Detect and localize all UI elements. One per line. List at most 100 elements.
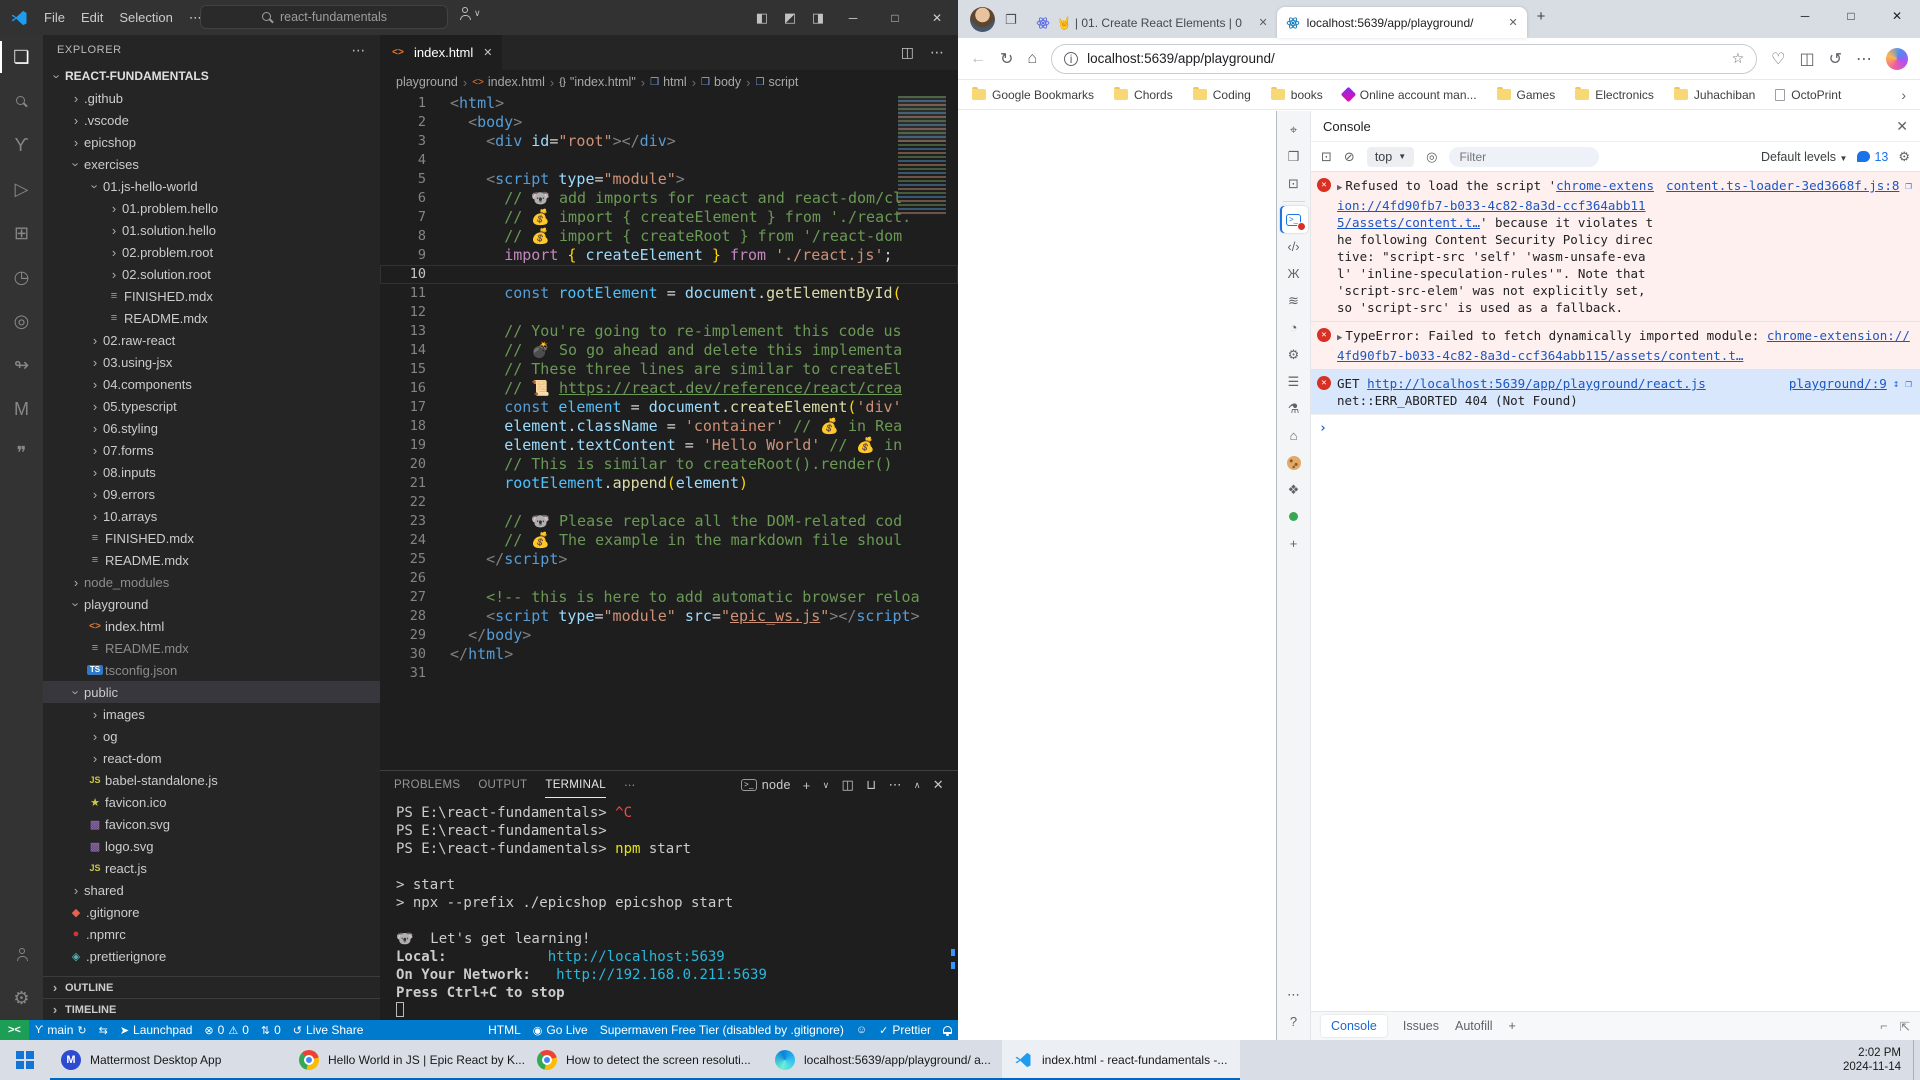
expand-triangle-icon[interactable]: ▶	[1337, 333, 1342, 343]
tree-item-02-problem-root[interactable]: ›02.problem.root	[43, 241, 380, 263]
close-panel-icon[interactable]: ✕	[933, 777, 944, 793]
source-link[interactable]: playground/:9	[1789, 375, 1887, 392]
browser-refresh-icon[interactable]: ↻	[1000, 49, 1013, 69]
tree-item-09-errors[interactable]: ›09.errors	[43, 483, 380, 505]
breadcrumb-item-indexhtml[interactable]: {}"index.html"	[559, 75, 636, 89]
tree-root-react-fundamentals[interactable]: ›REACT-FUNDAMENTALS	[43, 65, 380, 87]
bookmarks-overflow-chevron-icon[interactable]: ›	[1901, 87, 1906, 103]
tree-item-index-html[interactable]: <>index.html	[43, 615, 380, 637]
menu-selection[interactable]: Selection	[111, 7, 180, 29]
site-info-icon[interactable]: i	[1064, 52, 1078, 66]
experiments-icon[interactable]: ⚗	[1280, 395, 1308, 422]
ports[interactable]: ⇅0	[255, 1020, 287, 1040]
tree-item-04-components[interactable]: ›04.components	[43, 373, 380, 395]
source-link[interactable]: content.ts-loader-3ed3668f.js:8	[1666, 177, 1899, 194]
maximize-panel-icon[interactable]: ∧	[914, 780, 921, 791]
tree-item-readme-mdx[interactable]: ≡README.mdx	[43, 637, 380, 659]
console-message-3[interactable]: ✕GET http://localhost:5639/app/playgroun…	[1311, 370, 1920, 415]
devtools-close-icon[interactable]: ✕	[1896, 118, 1908, 135]
tree-item-exercises[interactable]: ›exercises	[43, 153, 380, 175]
tree-item-images[interactable]: ›images	[43, 703, 380, 725]
add-panel-icon[interactable]: +	[1509, 1019, 1516, 1033]
sources-icon[interactable]: ‹/›	[1280, 233, 1308, 260]
history-icon[interactable]: ↺	[1829, 49, 1842, 69]
browser-profile-avatar[interactable]	[970, 7, 995, 32]
tree-item-shared[interactable]: ›shared	[43, 879, 380, 901]
devtools-bottom-tab-autofill[interactable]: Autofill	[1455, 1019, 1493, 1033]
expand-triangle-icon[interactable]: ▶	[1337, 183, 1342, 193]
mattermost-icon[interactable]: M	[0, 387, 43, 431]
run-debug-icon[interactable]: ▷	[0, 167, 43, 211]
source-control-icon[interactable]: ϒ	[0, 123, 43, 167]
breadcrumb-item-indexhtml[interactable]: <>index.html	[472, 75, 545, 89]
browser-more-icon[interactable]: ⋯	[1856, 49, 1872, 69]
bookmark-google-bookmarks[interactable]: Google Bookmarks	[972, 88, 1094, 102]
start-button[interactable]	[0, 1040, 50, 1080]
panel-tab-output[interactable]: OUTPUT	[478, 773, 527, 797]
home-icon[interactable]: ⌂	[1280, 422, 1308, 449]
breadcrumb-item-script[interactable]: ❒script	[755, 75, 798, 89]
favorite-star-icon[interactable]: ☆	[1732, 50, 1745, 67]
bookmark-books[interactable]: books	[1271, 88, 1323, 102]
console-prompt[interactable]: ›	[1311, 415, 1920, 442]
panel-tab-terminal[interactable]: TERMINAL	[545, 773, 606, 798]
console-message-2[interactable]: ✕▶TypeError: Failed to fetch dynamically…	[1311, 322, 1920, 370]
split-screen-icon[interactable]: ◫	[1799, 49, 1814, 69]
add-tool-icon[interactable]: +	[1280, 530, 1308, 557]
tree-item-03-using-jsx[interactable]: ›03.using-jsx	[43, 351, 380, 373]
memory-icon[interactable]: ⚙	[1280, 341, 1308, 368]
git-branch[interactable]: ϒmain↻	[29, 1020, 93, 1040]
taskbar-item-5[interactable]: index.html - react-fundamentals -...	[1002, 1040, 1240, 1080]
bookmark-coding[interactable]: Coding	[1193, 88, 1251, 102]
explorer-more-actions-icon[interactable]: ⋯	[351, 42, 366, 59]
terminal-instance[interactable]: >_ node	[741, 778, 791, 792]
live-share[interactable]: ↺Live Share	[287, 1020, 370, 1040]
new-terminal-icon[interactable]: +	[803, 778, 811, 793]
devtools-bottom-tab-issues[interactable]: Issues	[1403, 1019, 1439, 1033]
taskbar-item-1[interactable]: MMattermost Desktop App	[50, 1040, 288, 1080]
tree-item-01-js-hello-world[interactable]: ›01.js-hello-world	[43, 175, 380, 197]
prettier-status[interactable]: ✓Prettier	[873, 1020, 937, 1040]
browser-close-button[interactable]: ✕	[1874, 0, 1920, 32]
performance-icon[interactable]: ◔	[1280, 314, 1308, 341]
tree-item-08-inputs[interactable]: ›08.inputs	[43, 461, 380, 483]
browser-essentials-icon[interactable]: ♡	[1771, 49, 1785, 69]
tree-item-01-solution-hello[interactable]: ›01.solution.hello	[43, 219, 380, 241]
tree-item-06-styling[interactable]: ›06.styling	[43, 417, 380, 439]
extensions-icon[interactable]: ⊞	[0, 211, 43, 255]
minimap[interactable]	[898, 96, 946, 214]
problems[interactable]: ⊗0⚠0	[198, 1020, 254, 1040]
browser-home-icon[interactable]: ⌂	[1027, 50, 1037, 68]
devtools-bottom-tab-console[interactable]: Console	[1321, 1015, 1387, 1037]
tree-item-finished-mdx[interactable]: ≡FINISHED.mdx	[43, 527, 380, 549]
tab-groups-icon[interactable]: ❐	[1005, 12, 1017, 28]
bookmark-electronics[interactable]: Electronics	[1575, 88, 1654, 102]
taskbar-item-3[interactable]: How to detect the screen resoluti...	[526, 1040, 764, 1080]
browser-maximize-button[interactable]: □	[1828, 0, 1874, 32]
search-icon[interactable]	[0, 79, 43, 123]
tree-item-og[interactable]: ›og	[43, 725, 380, 747]
tree-item-node-modules[interactable]: ›node_modules	[43, 571, 380, 593]
console-filter-input[interactable]	[1449, 147, 1599, 167]
tree-item-babel-standalone-js[interactable]: JSbabel-standalone.js	[43, 769, 380, 791]
bookmark-games[interactable]: Games	[1497, 88, 1556, 102]
section-timeline[interactable]: ›TIMELINE	[43, 998, 380, 1020]
message-count-badge[interactable]: 13	[1857, 150, 1888, 164]
device-toolbar-icon[interactable]: ❒	[1280, 143, 1308, 170]
panel-tab-problems[interactable]: PROBLEMS	[394, 773, 460, 797]
tree-item-playground[interactable]: ›playground	[43, 593, 380, 615]
tree-item--vscode[interactable]: ›.vscode	[43, 109, 380, 131]
explorer-icon[interactable]: ❏	[0, 35, 43, 79]
clear-console-icon[interactable]: ⊘	[1344, 149, 1355, 165]
terminal[interactable]: PS E:\react-fundamentals> ^CPS E:\react-…	[380, 799, 958, 1020]
tab-close-icon[interactable]: ✕	[1258, 16, 1267, 29]
extensions-puzzle-icon[interactable]: ❖	[1280, 476, 1308, 503]
tree-item-logo-svg[interactable]: ▩logo.svg	[43, 835, 380, 857]
copilot-icon[interactable]	[1886, 48, 1908, 70]
tree-item-react-js[interactable]: JSreact.js	[43, 857, 380, 879]
go-live[interactable]: ◉Go Live	[527, 1020, 594, 1040]
console-sidebar-icon[interactable]: ⊡	[1321, 149, 1332, 165]
bookmark-online-account-man-[interactable]: Online account man...	[1343, 88, 1477, 102]
supermaven-status[interactable]: Supermaven Free Tier (disabled by .gitig…	[594, 1020, 850, 1040]
menu-file[interactable]: File	[36, 7, 73, 29]
